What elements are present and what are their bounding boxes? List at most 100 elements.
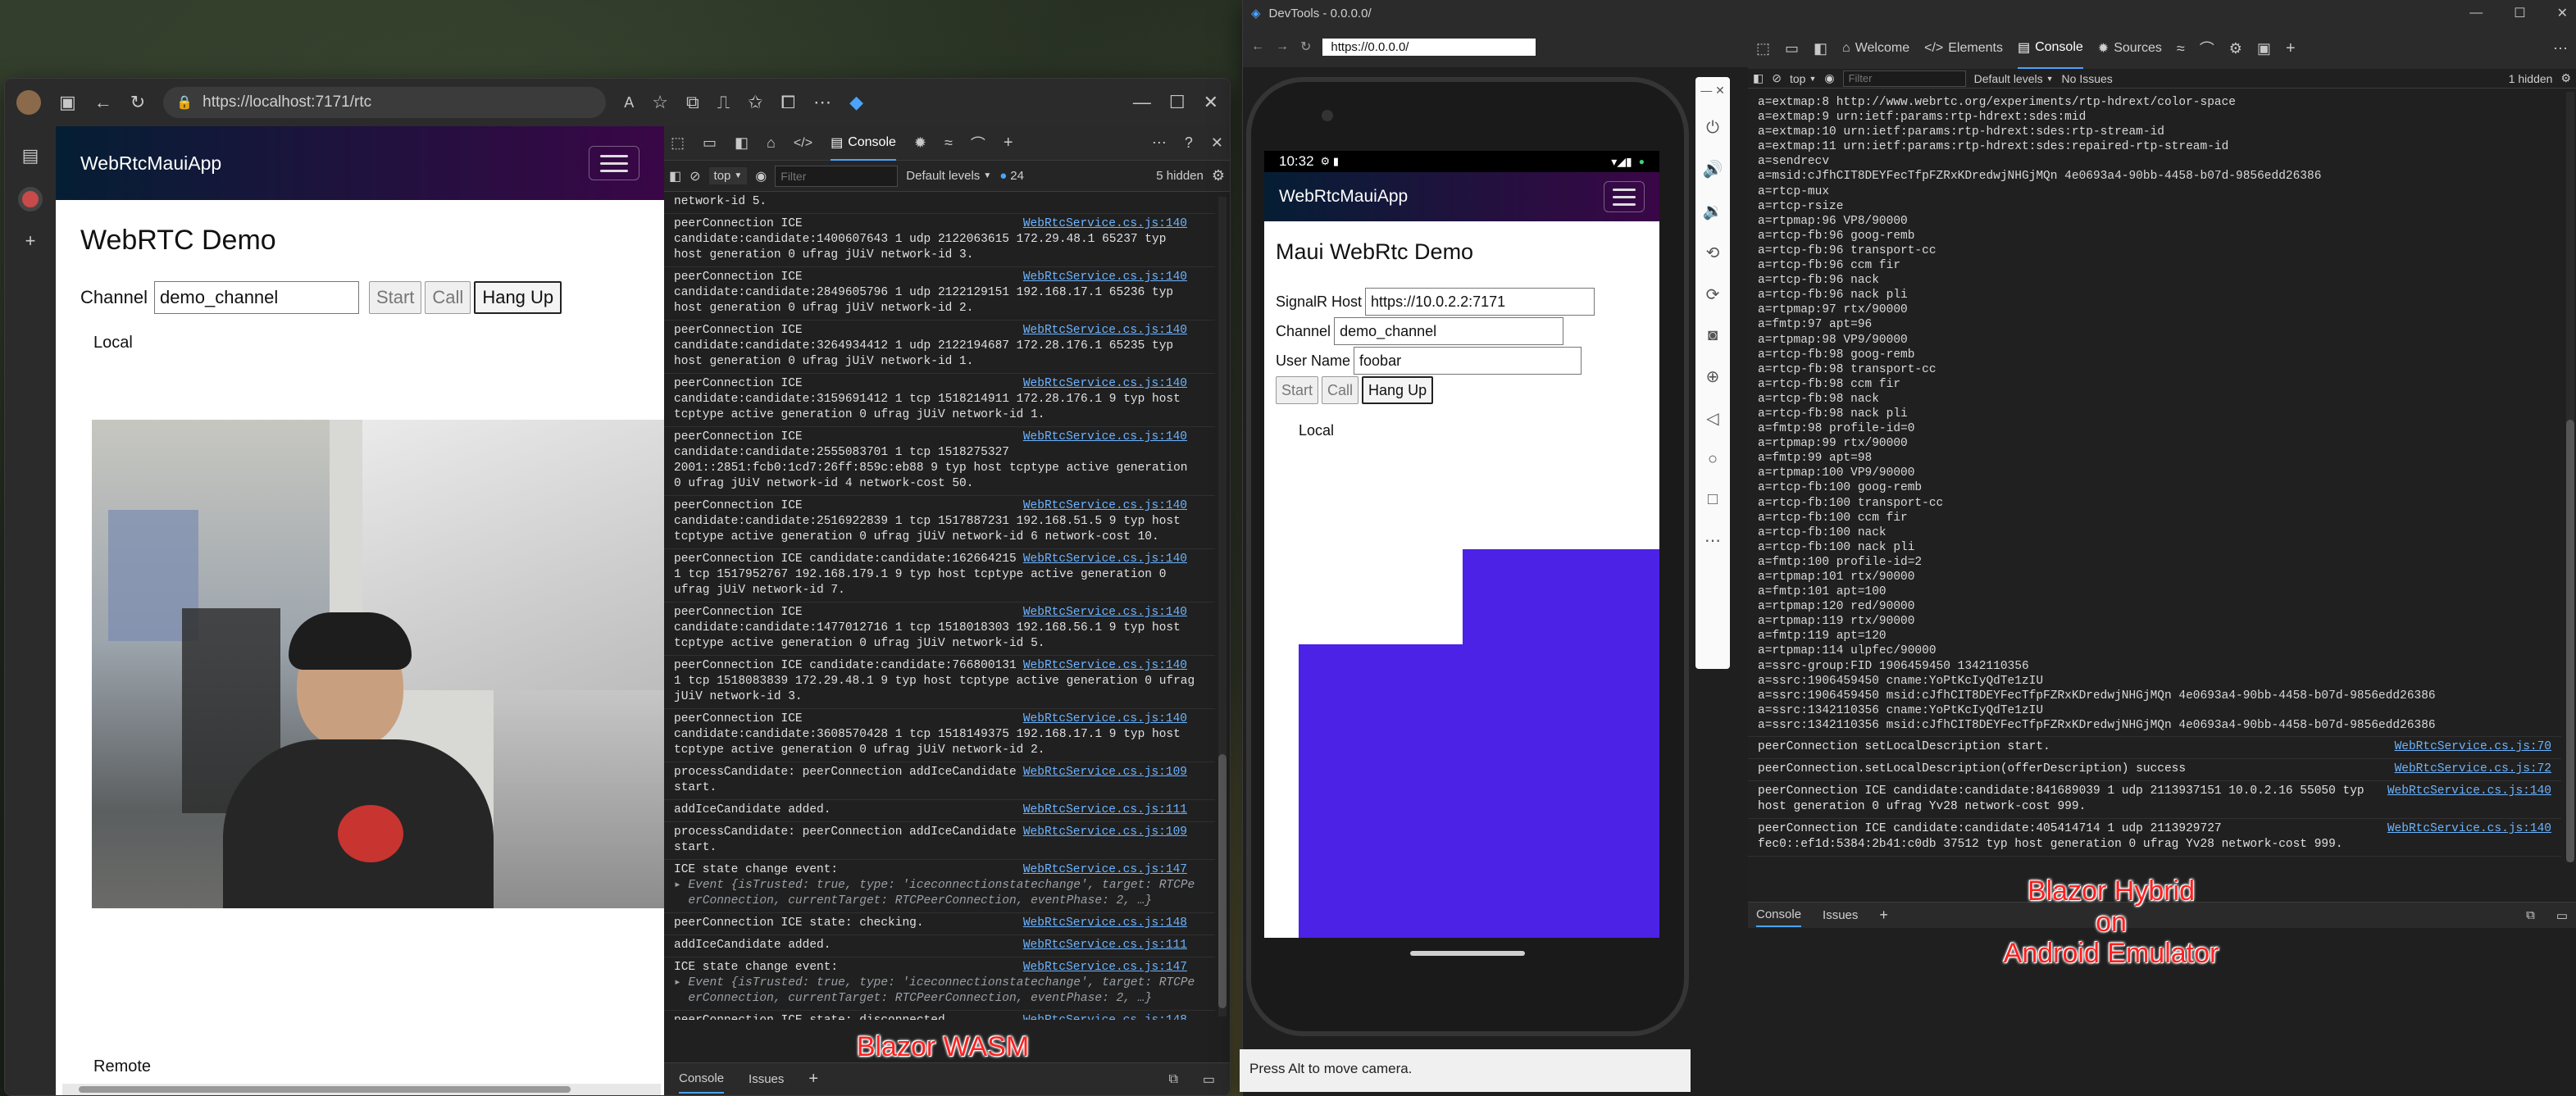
workspaces-icon[interactable]: ▣ bbox=[59, 92, 76, 113]
log-source-link[interactable]: WebRtcService.cs.js:140 bbox=[1023, 323, 1187, 339]
profile-avatar[interactable] bbox=[16, 90, 41, 115]
maui-hang-up-button[interactable]: Hang Up bbox=[1362, 376, 1434, 404]
volume-down-icon[interactable]: 🔉 bbox=[1703, 201, 1723, 221]
dt2-clear-icon[interactable]: ⊘ bbox=[1772, 71, 1782, 85]
tab-console[interactable]: ▤ Console bbox=[831, 126, 896, 161]
dt2-sidebar-icon[interactable]: ◧ bbox=[1753, 71, 1764, 85]
dt2-device-icon[interactable]: ▭ bbox=[1785, 40, 1799, 57]
console-settings-icon[interactable]: ⚙ bbox=[1212, 167, 1225, 184]
log-source-link[interactable]: WebRtcService.cs.js:148 bbox=[1023, 1013, 1187, 1020]
copilot-icon[interactable]: ◆ bbox=[849, 92, 863, 113]
drawer-add-icon[interactable]: + bbox=[808, 1070, 818, 1089]
dt2-drawer-issues[interactable]: Issues bbox=[1823, 908, 1858, 922]
drawer-close-icon[interactable]: ▭ bbox=[1203, 1071, 1215, 1088]
dock-icon[interactable]: ◧ bbox=[735, 134, 749, 152]
more-icon[interactable]: ⋯ bbox=[813, 92, 831, 113]
dt2-console-prompt[interactable]: › bbox=[1748, 857, 2561, 862]
maximize-icon[interactable]: ☐ bbox=[1169, 92, 1186, 113]
issues-badge[interactable]: ● 24 bbox=[999, 169, 1024, 183]
elements-icon[interactable]: </> bbox=[794, 136, 812, 151]
dt2-tab-welcome[interactable]: ⌂ Welcome bbox=[1842, 41, 1909, 56]
inspect-icon[interactable]: ⬚ bbox=[671, 134, 685, 152]
call-button[interactable]: Call bbox=[425, 281, 471, 314]
address-bar[interactable]: 🔒 https://localhost:7171/rtc bbox=[163, 87, 607, 118]
record-tab-icon[interactable] bbox=[18, 187, 43, 211]
hang-up-button[interactable]: Hang Up bbox=[474, 281, 562, 314]
back-icon[interactable]: ← bbox=[94, 92, 112, 113]
user-name-input[interactable] bbox=[1354, 347, 1582, 375]
dt2-more-icon[interactable]: ⋯ bbox=[2553, 40, 2568, 57]
split-screen-icon[interactable]: ⎍ bbox=[717, 92, 730, 113]
log-source-link[interactable]: WebRtcService.cs.js:140 bbox=[1023, 430, 1187, 445]
dt2-drawer-close-icon[interactable]: ▭ bbox=[2556, 908, 2568, 923]
rotate-left-icon[interactable]: ⟲ bbox=[1706, 243, 1720, 263]
dt2-scrollbar[interactable] bbox=[2566, 92, 2574, 862]
maui-menu-button[interactable] bbox=[1604, 181, 1645, 212]
maui-call-button[interactable]: Call bbox=[1322, 376, 1359, 404]
network-icon[interactable]: ≈ bbox=[944, 134, 953, 152]
log-source-link[interactable]: WebRtcService.cs.js:148 bbox=[1023, 916, 1187, 931]
dt2-forward-icon[interactable]: → bbox=[1276, 39, 1289, 54]
log-event-object[interactable]: ▸ Event {isTrusted: true, type: 'iceconn… bbox=[674, 975, 1208, 1007]
home-nav-icon[interactable]: ○ bbox=[1708, 450, 1718, 469]
power-icon[interactable]: ⏻ bbox=[1706, 119, 1719, 138]
clear-console-icon[interactable]: ⊘ bbox=[690, 168, 700, 184]
drawer-tab-console[interactable]: Console bbox=[679, 1065, 725, 1094]
dt2-perf-icon[interactable]: ⌒ bbox=[2200, 38, 2214, 59]
add-tab-icon[interactable]: + bbox=[1004, 134, 1013, 152]
log-source-link[interactable]: WebRtcService.cs.js:147 bbox=[1023, 960, 1187, 975]
log-source-link[interactable]: WebRtcService.cs.js:111 bbox=[1023, 803, 1187, 818]
help-icon[interactable]: ? bbox=[1185, 134, 1193, 152]
gesture-bar[interactable] bbox=[1410, 951, 1525, 956]
dt2-back-icon[interactable]: ← bbox=[1251, 39, 1264, 54]
log-source-link[interactable]: WebRtcService.cs.js:140 bbox=[2387, 821, 2551, 837]
eye-icon[interactable]: ◉ bbox=[755, 168, 767, 184]
drawer-tab-issues[interactable]: Issues bbox=[749, 1072, 784, 1086]
console-filter-input[interactable] bbox=[775, 165, 899, 187]
log-source-link[interactable]: WebRtcService.cs.js:140 bbox=[2387, 784, 2551, 799]
favorite-star-icon[interactable]: ☆ bbox=[652, 92, 668, 113]
log-source-link[interactable]: WebRtcService.cs.js:140 bbox=[1023, 270, 1187, 285]
collections-icon[interactable]: ⧠ bbox=[781, 92, 796, 113]
dt2-drawer-dock-icon[interactable]: ⧉ bbox=[2526, 908, 2535, 922]
dt2-tab-sources[interactable]: ✹ Sources bbox=[2098, 40, 2162, 57]
dt2-context-select[interactable]: top ▼ bbox=[1790, 72, 1816, 85]
context-select[interactable]: top ▼ bbox=[708, 167, 748, 184]
screenshot-icon[interactable]: ◙ bbox=[1708, 326, 1718, 345]
dt2-minimize-icon[interactable]: — bbox=[2469, 6, 2483, 20]
channel-input[interactable] bbox=[153, 281, 359, 314]
log-source-link[interactable]: WebRtcService.cs.js:140 bbox=[1023, 712, 1187, 727]
dt2-filter-input[interactable] bbox=[1842, 70, 1966, 87]
device-icon[interactable]: ▭ bbox=[703, 134, 717, 152]
console-scrollbar[interactable] bbox=[1218, 197, 1227, 1016]
log-source-link[interactable]: WebRtcService.cs.js:140 bbox=[1023, 552, 1187, 567]
start-button[interactable]: Start bbox=[368, 281, 422, 314]
dt2-levels-select[interactable]: Default levels ▼ bbox=[1974, 72, 2054, 85]
maui-channel-input[interactable] bbox=[1334, 317, 1564, 345]
sidebar-toggle-icon[interactable]: ◧ bbox=[669, 168, 681, 184]
welcome-icon[interactable]: ⌂ bbox=[767, 134, 776, 152]
dt2-add-tab-icon[interactable]: + bbox=[2286, 39, 2296, 58]
dt2-settings-tab-icon[interactable]: ⚙ bbox=[2229, 40, 2242, 57]
volume-up-icon[interactable]: 🔊 bbox=[1703, 159, 1723, 180]
devtools-more-icon[interactable]: ⋯ bbox=[1152, 134, 1167, 152]
log-source-link[interactable]: WebRtcService.cs.js:72 bbox=[2395, 762, 2551, 777]
close-window-icon[interactable]: ✕ bbox=[1204, 92, 1218, 113]
log-source-link[interactable]: WebRtcService.cs.js:140 bbox=[1023, 658, 1187, 674]
dt2-drawer-console[interactable]: Console bbox=[1756, 903, 1802, 927]
devtools-close-icon[interactable]: ✕ bbox=[1211, 134, 1223, 152]
log-source-link[interactable]: WebRtcService.cs.js:109 bbox=[1023, 765, 1187, 780]
dt2-drawer-add-icon[interactable]: + bbox=[1879, 907, 1888, 924]
bug-icon[interactable]: ✹ bbox=[914, 134, 926, 152]
signalr-input[interactable] bbox=[1365, 288, 1595, 316]
emu-minimize-icon[interactable]: — ✕ bbox=[1700, 84, 1725, 98]
dt2-close-icon[interactable]: ✕ bbox=[2557, 5, 2568, 21]
log-source-link[interactable]: WebRtcService.cs.js:140 bbox=[1023, 605, 1187, 621]
maui-brand[interactable]: WebRtcMauiApp bbox=[1279, 187, 1408, 207]
log-source-link[interactable]: WebRtcService.cs.js:140 bbox=[1023, 376, 1187, 392]
dt2-console-settings-icon[interactable]: ⚙ bbox=[2560, 71, 2571, 85]
app-brand[interactable]: WebRtcMauiApp bbox=[80, 152, 221, 175]
rotate-right-icon[interactable]: ⟳ bbox=[1706, 284, 1720, 305]
dt2-maximize-icon[interactable]: ☐ bbox=[2514, 5, 2525, 21]
back-nav-icon[interactable]: ◁ bbox=[1706, 408, 1718, 429]
